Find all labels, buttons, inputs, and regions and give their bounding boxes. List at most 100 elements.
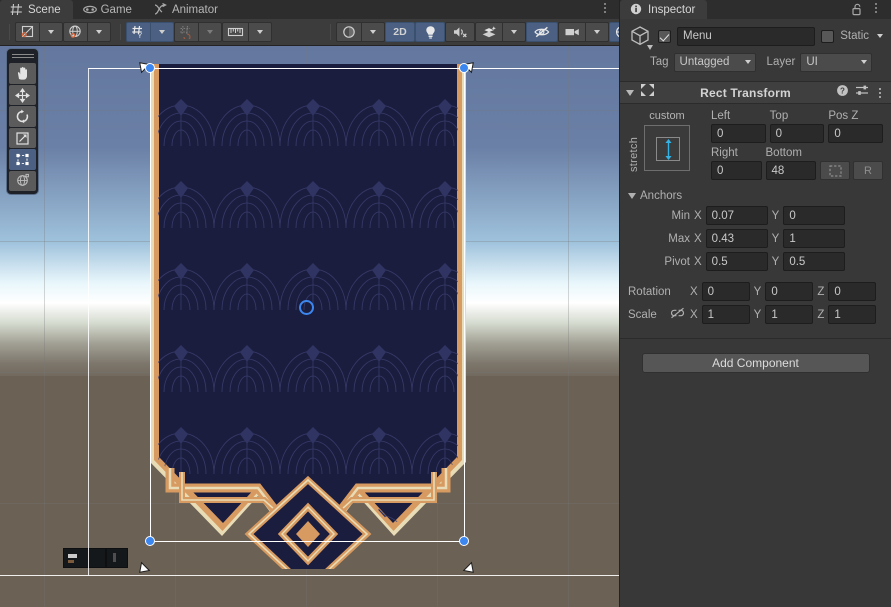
right-field[interactable]: 0 [711, 161, 762, 180]
pivot-y-field[interactable]: 0.5 [783, 252, 846, 271]
pivot-mode-group[interactable] [15, 22, 63, 42]
ruler-dropdown[interactable] [248, 22, 272, 42]
resize-handle-top-left[interactable] [145, 63, 155, 73]
cube-dropdown-caret[interactable] [647, 45, 653, 50]
effects-icon[interactable] [475, 22, 503, 42]
static-checkbox[interactable] [821, 29, 835, 43]
scene-tab-strip: Scene Game Animator [0, 0, 619, 19]
blueprint-mode-button[interactable] [820, 161, 850, 180]
static-dropdown-caret[interactable] [877, 34, 883, 38]
tab-animator[interactable]: Animator [144, 0, 230, 19]
preset-icon[interactable] [855, 84, 869, 102]
rotate-tool[interactable] [9, 106, 36, 127]
layer-dropdown[interactable]: UI [800, 52, 873, 72]
pivot-center-icon[interactable] [15, 22, 40, 42]
pivot-handle[interactable] [299, 300, 314, 315]
shading-mode-icon[interactable] [336, 22, 362, 42]
rect-tool[interactable] [9, 149, 36, 170]
scene-mini-gizmo[interactable] [63, 548, 106, 568]
resize-handle-bottom-left[interactable] [145, 536, 155, 546]
anchors-foldout-icon[interactable] [628, 193, 636, 199]
anchor-min-y-field[interactable]: 0 [783, 206, 846, 225]
anchor-preset-button[interactable] [644, 125, 690, 171]
rotate-icon [16, 109, 29, 124]
object-enabled-checkbox[interactable] [658, 29, 671, 43]
tab-inspector[interactable]: Inspector [620, 0, 708, 19]
lock-open-icon[interactable] [851, 3, 863, 21]
audio-mute-icon[interactable] [445, 22, 475, 42]
scene-tab-kebab-menu[interactable] [599, 3, 611, 17]
grid-snap-icon[interactable]: Y [126, 22, 151, 42]
tag-dropdown[interactable]: Untagged [673, 52, 756, 72]
pivot-x-axis: X [694, 255, 702, 268]
scale-x-axis: X [690, 308, 698, 321]
anchor-min-x-field[interactable]: 0.07 [705, 206, 768, 225]
snap-increment-icon[interactable] [174, 22, 199, 42]
anchor-max-x-field[interactable]: 0.43 [705, 229, 768, 248]
grid-snap-dropdown[interactable] [150, 22, 174, 42]
rect-transform-foldout-icon[interactable] [626, 89, 634, 96]
camera-group[interactable] [558, 22, 609, 42]
tab-scene[interactable]: Scene [0, 0, 73, 19]
rect-transform-header[interactable]: Rect Transform ? [620, 81, 891, 104]
grid-snap-group[interactable]: Y [126, 22, 174, 42]
raw-mode-button[interactable]: R [853, 161, 883, 180]
scene-viewport[interactable] [0, 46, 619, 607]
left-field[interactable]: 0 [711, 124, 766, 143]
handle-space-group[interactable] [63, 22, 111, 42]
static-label: Static [840, 30, 869, 42]
resize-handle-bottom-right[interactable] [459, 536, 469, 546]
pivot-x-field[interactable]: 0.5 [705, 252, 768, 271]
rect-transform-kebab-menu[interactable] [875, 87, 885, 98]
tab-game-label: Game [100, 3, 132, 16]
animator-icon [154, 2, 167, 16]
global-handle-icon[interactable] [63, 22, 88, 42]
inspector-kebab-menu[interactable] [870, 3, 882, 13]
lightbulb-icon[interactable] [415, 22, 445, 42]
rotation-z-field[interactable]: 0 [828, 282, 877, 301]
resize-handle-top-right[interactable] [459, 63, 469, 73]
add-component-button[interactable]: Add Component [641, 353, 870, 373]
handle-space-dropdown[interactable] [87, 22, 111, 42]
anchor-max-y-axis: Y [771, 232, 780, 245]
effects-group[interactable] [475, 22, 526, 42]
scene-mini-gizmo-2[interactable] [106, 548, 128, 568]
grip-icon[interactable] [11, 52, 34, 61]
pivot-mode-dropdown[interactable] [39, 22, 63, 42]
posz-field[interactable]: 0 [828, 124, 884, 143]
rotation-x-field[interactable]: 0 [701, 282, 750, 301]
scale-x-field[interactable]: 1 [701, 305, 750, 324]
tag-value: Untagged [679, 56, 730, 68]
link-broken-icon[interactable] [670, 306, 686, 324]
anchor-max-y-field[interactable]: 1 [783, 229, 846, 248]
anchors-foldout[interactable]: Anchors [628, 190, 883, 202]
visibility-off-icon[interactable] [526, 22, 558, 42]
camera-icon[interactable] [558, 22, 586, 42]
object-name-field[interactable]: Menu [677, 26, 816, 46]
transform-tool[interactable] [9, 170, 36, 191]
scale-z-field[interactable]: 1 [828, 305, 877, 324]
snap-increment-dropdown[interactable] [198, 22, 222, 42]
ruler-icon[interactable] [222, 22, 249, 42]
shading-mode-dropdown[interactable] [361, 22, 385, 42]
bottom-field[interactable]: 48 [765, 161, 816, 180]
hand-tool[interactable] [9, 62, 36, 85]
camera-dropdown[interactable] [585, 22, 609, 42]
scale-y-field[interactable]: 1 [765, 305, 814, 324]
toggle-2d-button[interactable]: 2D [385, 22, 415, 42]
bottom-label: Bottom [765, 147, 802, 159]
help-icon[interactable]: ? [836, 84, 849, 102]
rect-transform-icon [16, 153, 29, 166]
snap-increment-group[interactable] [174, 22, 222, 42]
tab-game[interactable]: Game [73, 0, 144, 19]
effects-dropdown[interactable] [502, 22, 526, 42]
top-field[interactable]: 0 [769, 124, 825, 143]
anchor-handle-bottom-left[interactable] [137, 561, 151, 575]
ruler-group[interactable] [222, 22, 272, 42]
rotation-y-field[interactable]: 0 [765, 282, 814, 301]
toggle-2d-label: 2D [393, 26, 407, 38]
shading-mode-group[interactable] [336, 22, 385, 42]
scale-tool[interactable] [9, 127, 36, 149]
anchor-handle-bottom-right[interactable] [462, 561, 476, 575]
move-tool[interactable] [9, 85, 36, 106]
